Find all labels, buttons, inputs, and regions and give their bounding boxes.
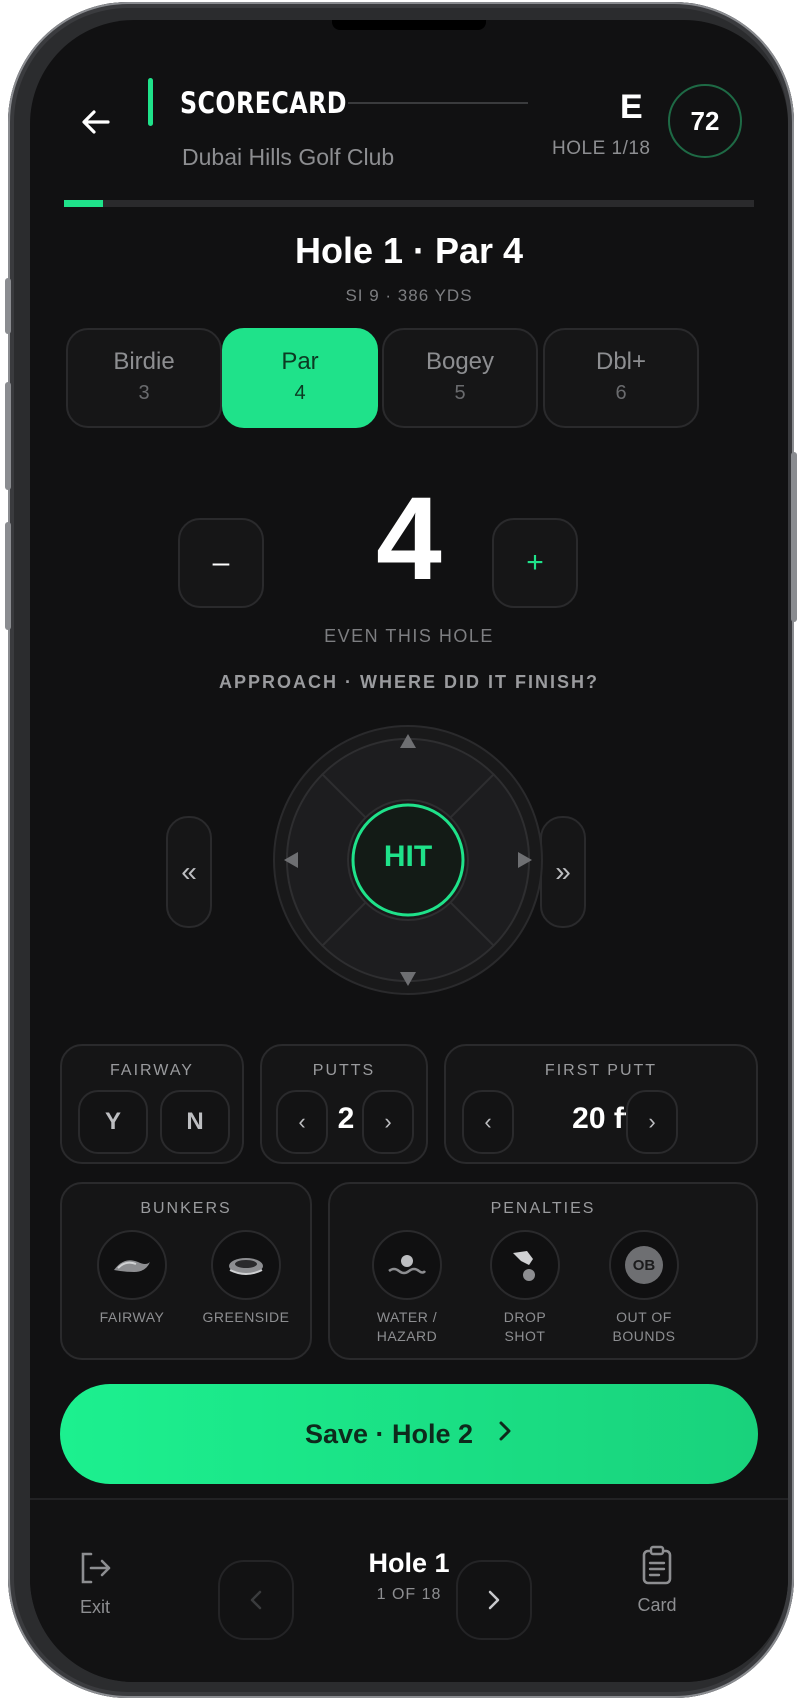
chip-birdie[interactable]: Birdie 3 [66,328,222,428]
out-of-bounds-icon: OB [609,1230,679,1300]
greenside-bunker-icon [211,1230,281,1300]
ob-badge: OB [625,1246,663,1284]
next-hole-button[interactable] [456,1560,532,1640]
penalty-label-line2: BOUNDS [612,1328,676,1344]
penalty-label-line1: DROP [503,1309,547,1325]
bunker-greenside-option[interactable]: GREENSIDE [188,1230,304,1327]
penalty-label-line2: HAZARD [376,1328,438,1344]
bunker-option-label: FAIRWAY [99,1309,165,1325]
volume-down-button [5,522,11,630]
strokes-value: 4 [376,473,442,605]
first-putt-panel: FIRST PUTT ‹ 20 ft › [444,1044,758,1164]
fairway-panel: FAIRWAY Y N [60,1044,244,1164]
bunker-option-label: GREENSIDE [202,1309,290,1325]
volume-up-button [5,382,11,490]
hole-title: Hole 1 · Par 4 [294,230,524,271]
title-divider [348,102,528,104]
save-hole-button[interactable]: Save · Hole 2 [60,1384,758,1484]
chip-label: Dbl+ [595,348,647,375]
penalty-drop-option[interactable]: DROP SHOT [470,1230,580,1346]
penalty-label-line1: WATER / [376,1309,438,1325]
first-putt-value: 20 ft [572,1102,634,1135]
save-button-label: Save · Hole 2 [304,1418,474,1449]
back-arrow-icon[interactable] [76,102,116,142]
bunkers-panel: BUNKERS FAIRWAY GREENSIDE [60,1182,312,1360]
chip-label: Bogey [425,348,495,375]
chip-strokes: 4 [294,382,306,404]
score-to-par: E [620,88,643,126]
card-button[interactable]: Card [622,1544,692,1616]
clipboard-icon [642,1545,672,1585]
chip-par[interactable]: Par 4 [222,328,378,428]
water-hazard-icon [372,1230,442,1300]
dynamic-island [332,20,486,30]
chip-label: Par [281,348,319,375]
approach-dpad: HIT [258,710,558,1010]
penalty-ob-option[interactable]: OB OUT OF BOUNDS [586,1230,702,1346]
round-progress-bar [64,200,754,207]
score-status: EVEN THIS HOLE [324,626,494,646]
bunker-fairway-option[interactable]: FAIRWAY [80,1230,184,1327]
chevron-right-icon [497,1418,513,1450]
chip-strokes: 3 [138,382,150,404]
hole-progress-text: HOLE 1/18 [552,138,651,159]
title-accent-bar [148,78,153,126]
penalties-panel: PENALTIES WATER / HAZARD DROP SHOT OB OUT … [328,1182,758,1360]
chip-bogey[interactable]: Bogey 5 [382,328,538,428]
previous-shot-button[interactable]: « [166,816,212,928]
penalty-option-label: WATER / HAZARD [352,1308,462,1346]
fairway-bunker-icon [97,1230,167,1300]
first-putt-increase-button[interactable]: › [626,1090,678,1154]
chip-double-plus[interactable]: Dbl+ 6 [543,328,699,428]
fairway-no-button[interactable]: N [160,1090,230,1154]
drop-shot-hand-icon [490,1230,560,1300]
penalty-label-line2: SHOT [504,1328,546,1344]
phone-frame: SCORECARD Dubai Hills Golf Club E HOLE 1… [5,2,797,1698]
card-label: Card [637,1595,677,1615]
penalty-option-label: OUT OF BOUNDS [586,1308,702,1346]
chip-strokes: 5 [454,382,466,404]
putts-label: PUTTS [312,1062,376,1079]
putts-panel: PUTTS ‹ 2 › [260,1044,428,1164]
round-progress-fill [64,200,103,207]
fairway-yes-button[interactable]: Y [78,1090,148,1154]
bunkers-label: BUNKERS [140,1200,232,1217]
chevron-right-icon [488,1590,500,1610]
penalties-label: PENALTIES [490,1200,596,1217]
fairway-label: FAIRWAY [110,1062,194,1079]
page-title: SCORECARD [180,86,347,120]
increase-strokes-button[interactable]: + [492,518,578,608]
hit-label: HIT [383,840,433,873]
putts-increase-button[interactable]: › [362,1090,414,1154]
course-name: Dubai Hills Golf Club [182,144,395,170]
penalty-option-label: DROP SHOT [470,1308,580,1346]
penalty-label-line1: OUT OF [616,1309,672,1325]
action-button [5,278,11,334]
chip-strokes: 6 [615,382,627,404]
power-button [791,452,797,622]
first-putt-label: FIRST PUTT [544,1062,658,1079]
total-score-badge[interactable]: 72 [668,84,742,158]
app-screen: SCORECARD Dubai Hills Golf Club E HOLE 1… [30,20,788,1682]
approach-prompt: APPROACH · WHERE DID IT FINISH? [219,672,599,692]
chip-label: Birdie [113,348,175,375]
penalty-water-option[interactable]: WATER / HAZARD [352,1230,462,1346]
hole-subtitle: SI 9 · 386 YDS [345,286,473,305]
